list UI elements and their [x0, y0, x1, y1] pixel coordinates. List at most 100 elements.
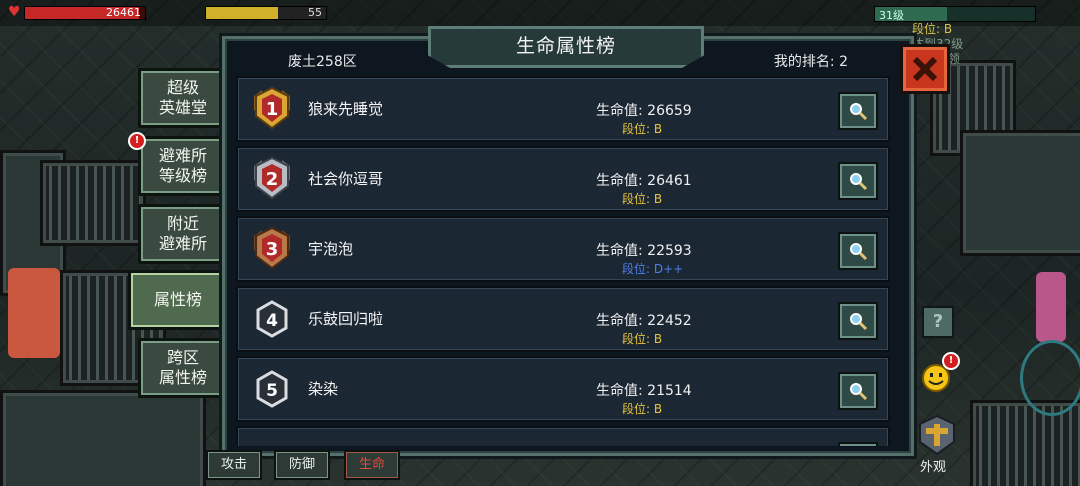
panel-title: 生命属性榜 — [515, 35, 616, 57]
category-label-line2: 避难所 — [158, 234, 207, 253]
grade-stat: 段位: B — [622, 400, 662, 417]
player-name: 染染 — [308, 380, 339, 398]
view-player-button[interactable] — [838, 442, 878, 446]
rank-number: 3 — [266, 239, 279, 260]
level-bar: 31级 — [874, 6, 1036, 22]
appearance-button[interactable] — [914, 414, 960, 458]
hp-label: 生命值: — [596, 243, 643, 259]
category-tab-nearby-shelter[interactable]: 附近 避难所 — [138, 204, 228, 264]
grade-value: B — [653, 332, 663, 346]
grade-stat: 段位: B — [622, 330, 662, 347]
leaderboard-row[interactable]: 1 狼来先睡觉 生命值: 26659 段位: B — [236, 76, 890, 142]
rank-number: 4 — [266, 311, 278, 331]
background-cage — [40, 160, 146, 246]
notification-badge: ! — [942, 352, 960, 370]
category-label-line2: 等级榜 — [158, 166, 207, 185]
category-label-line1: 跨区 — [166, 348, 199, 367]
leaderboard-row[interactable]: 4 乐鼓回归啦 生命值: 22452 段位: B — [236, 286, 890, 352]
panel-title-plate: 生命属性榜 — [428, 26, 704, 68]
armor-icon — [919, 414, 955, 456]
view-player-button[interactable] — [838, 232, 878, 270]
gold-medal-icon: 1 — [254, 86, 290, 130]
filter-tab-defense[interactable]: 防御 — [274, 450, 330, 480]
leaderboard-row[interactable]: 5 染染 生命值: 21514 段位: B — [236, 356, 890, 422]
question-icon: ? — [932, 311, 944, 332]
player-name: 狼来先睡觉 — [308, 100, 384, 118]
rank-number: 2 — [266, 169, 279, 190]
hp-label: 生命值: — [596, 103, 643, 119]
view-player-button[interactable] — [838, 372, 878, 410]
hp-stat: 生命值: 26659 — [596, 100, 692, 120]
hp-stat: 生命值: 26461 — [596, 170, 692, 190]
rank-badge-icon: 4 — [256, 300, 288, 338]
hp-stat: 生命值: 22593 — [596, 240, 692, 260]
filter-tab-life[interactable]: 生命 — [344, 450, 400, 480]
grade-label: 段位: — [622, 402, 651, 416]
bronze-medal-icon: 3 — [254, 226, 290, 270]
close-button[interactable] — [900, 44, 950, 94]
category-tab-super-hero-hall[interactable]: 超级 英雄堂 — [138, 68, 228, 128]
hp-number: 21514 — [647, 383, 692, 399]
leaderboard-list[interactable]: 1 狼来先睡觉 生命值: 26659 段位: B 2 社会你逗哥 生命值: 26… — [236, 76, 890, 446]
my-rank: 我的排名: 2 — [774, 51, 848, 71]
player-name: 宇泡泡 — [308, 240, 354, 258]
category-tab-shelter-level[interactable]: 避难所 等级榜 — [138, 136, 228, 196]
view-player-button[interactable] — [838, 92, 878, 130]
hp-label: 生命值: — [596, 383, 643, 399]
help-button[interactable]: ? — [922, 306, 954, 338]
grade-label: 段位: B — [912, 22, 953, 36]
filter-tab-attack[interactable]: 攻击 — [206, 450, 262, 480]
my-rank-value: 2 — [839, 54, 848, 70]
silver-medal-icon: 2 — [254, 156, 290, 200]
grade-label: 段位: — [622, 192, 651, 206]
category-label-line1: 避难所 — [158, 146, 207, 165]
category-label-line1: 属性榜 — [153, 290, 202, 309]
grade-stat: 段位: B — [622, 120, 662, 137]
server-name: 废土258区 — [288, 54, 357, 70]
background-building — [960, 130, 1080, 256]
exp-bar: 55 — [205, 6, 327, 20]
hp-label: 生命值: — [596, 173, 643, 189]
player-name: 社会你逗哥 — [308, 170, 384, 188]
rank-number: 1 — [266, 99, 279, 120]
exp-value: 55 — [308, 6, 322, 19]
npc-character — [8, 268, 60, 358]
my-rank-label: 我的排名: — [773, 54, 835, 70]
grade-stat: 段位: B — [622, 190, 662, 207]
category-tab-cross-server-rank[interactable]: 跨区 属性榜 — [138, 338, 228, 398]
category-tab-attribute-rank[interactable]: 属性榜 — [128, 270, 228, 330]
hp-number: 22452 — [647, 313, 692, 329]
grade-value: B — [653, 122, 663, 136]
hp-number: 26461 — [647, 173, 692, 189]
npc-character — [1036, 272, 1066, 342]
magnifier-icon — [850, 383, 868, 401]
grade-stat: 段位: D++ — [622, 260, 683, 277]
exp-bar-fill — [206, 7, 278, 19]
grade-value: B — [653, 192, 663, 206]
hp-stat: 生命值: 21514 — [596, 380, 692, 400]
rank-badge-icon: 5 — [256, 370, 288, 408]
hp-label: 生命值: — [596, 313, 643, 329]
close-x-icon — [912, 56, 938, 82]
heart-icon: ♥ — [8, 4, 21, 20]
appearance-label: 外观 — [920, 460, 947, 475]
magnifier-icon — [850, 173, 868, 191]
notification-badge: ! — [128, 132, 146, 150]
level-label: 31级 — [879, 9, 904, 22]
view-player-button[interactable] — [838, 162, 878, 200]
leaderboard-row[interactable]: 2 社会你逗哥 生命值: 26461 段位: B — [236, 146, 890, 212]
leaderboard-row[interactable] — [236, 426, 890, 446]
view-player-button[interactable] — [838, 302, 878, 340]
category-label-line1: 超级 — [166, 78, 199, 97]
rank-number: 5 — [266, 381, 278, 401]
category-label-line2: 属性榜 — [158, 368, 207, 387]
grade-value: D++ — [653, 262, 684, 276]
hp-stat: 生命值: 22452 — [596, 310, 692, 330]
grade-value: B — [653, 402, 663, 416]
player-name: 乐鼓回归啦 — [308, 310, 384, 328]
leaderboard-row[interactable]: 3 宇泡泡 生命值: 22593 段位: D++ — [236, 216, 890, 282]
grade-label: 段位: — [622, 332, 651, 346]
grade-label: 段位: — [622, 262, 651, 276]
magnifier-icon — [850, 243, 868, 261]
magnifier-icon — [850, 313, 868, 331]
